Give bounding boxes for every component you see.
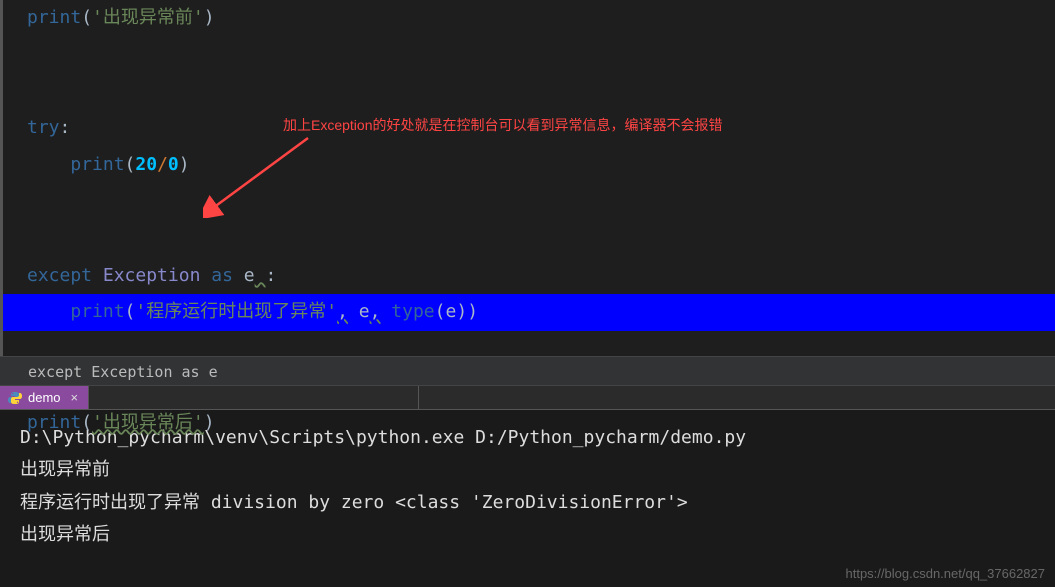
keyword-except: except — [27, 265, 92, 286]
terminal-line: 程序运行时出现了异常 division by zero <class 'Zero… — [20, 487, 1035, 519]
terminal-line: 出现异常后 — [20, 519, 1035, 551]
code-line-4[interactable]: print(20/0) — [3, 147, 1055, 184]
code-line-blank[interactable] — [3, 331, 1055, 368]
watermark: https://blog.csdn.net/qq_37662827 — [846, 566, 1046, 581]
code-editor[interactable]: print('出现异常前') try: print(20/0) except E… — [0, 0, 1055, 356]
keyword-print: print — [70, 301, 124, 322]
annotation-text: 加上Exception的好处就是在控制台可以看到异常信息，编译器不会报错 — [283, 115, 722, 135]
terminal-line: 出现异常前 — [20, 454, 1035, 486]
keyword-print: print — [27, 412, 81, 433]
code-line-1[interactable]: print('出现异常前') — [3, 0, 1055, 37]
builtin-type: type — [391, 301, 434, 322]
string-literal: '出现异常后' — [92, 412, 204, 433]
code-line-blank[interactable] — [3, 74, 1055, 111]
code-line-6[interactable]: except Exception as e : — [3, 258, 1055, 295]
keyword-as: as — [211, 265, 233, 286]
code-line-blank[interactable] — [3, 37, 1055, 74]
code-line-blank[interactable] — [3, 368, 1055, 405]
variable-e: e — [244, 265, 255, 286]
keyword-print: print — [70, 154, 124, 175]
keyword-print: print — [27, 7, 81, 28]
code-line-7-highlighted[interactable]: print('程序运行时出现了异常', e, type(e)) — [3, 294, 1055, 331]
keyword-try: try — [27, 117, 60, 138]
code-line-9[interactable]: print('出现异常后') — [3, 405, 1055, 442]
code-line-blank[interactable] — [3, 184, 1055, 221]
string-literal: '程序运行时出现了异常' — [135, 301, 337, 322]
code-line-blank[interactable] — [3, 221, 1055, 258]
string-literal: '出现异常前' — [92, 7, 204, 28]
identifier-exception: Exception — [103, 265, 201, 286]
